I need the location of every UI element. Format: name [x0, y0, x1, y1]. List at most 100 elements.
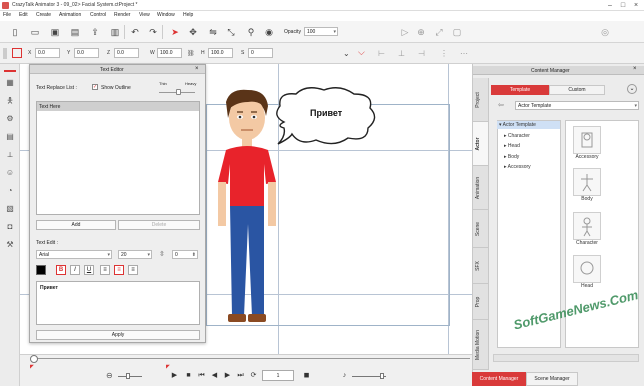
tree-item-actor-template[interactable]: ▾ Actor Template — [499, 122, 536, 128]
transform-icon[interactable] — [12, 48, 22, 58]
text-color-swatch[interactable] — [36, 265, 46, 275]
tree-item-head[interactable]: ▸ Head — [504, 143, 520, 149]
folder-thumb-body[interactable] — [573, 168, 601, 196]
timeline-track[interactable] — [34, 358, 470, 359]
side-tab-animation[interactable]: Animation — [473, 166, 489, 210]
menu-view[interactable]: View — [139, 12, 150, 18]
chevron-down-icon[interactable]: ⌄ — [627, 84, 637, 94]
save-as-icon[interactable]: ▤ — [70, 27, 80, 37]
italic-button[interactable]: I — [70, 265, 80, 275]
menu-edit[interactable]: Edit — [19, 12, 28, 18]
camera-icon[interactable]: ◘ — [5, 222, 15, 232]
add-button[interactable]: Add — [36, 220, 116, 230]
menu-render[interactable]: Render — [114, 12, 130, 18]
zoom-slider[interactable] — [118, 376, 142, 377]
back-arrow-icon[interactable]: ⇦ — [498, 101, 504, 109]
scroll-bar[interactable] — [493, 354, 639, 362]
camera-icon[interactable]: ◎ — [600, 27, 610, 37]
tree-item-body[interactable]: ▸ Body — [504, 154, 519, 160]
menu-help[interactable]: Help — [183, 12, 193, 18]
tab-template[interactable]: Template — [491, 85, 549, 95]
align-center-icon[interactable]: ≡ — [114, 265, 124, 275]
align-center-icon[interactable]: ⊥ — [398, 49, 405, 58]
layer-icon[interactable]: ▦ — [5, 78, 15, 88]
minimize-button[interactable]: – — [604, 1, 616, 10]
delete-button[interactable]: Delete — [118, 220, 200, 230]
h-field[interactable]: 100.0 — [208, 48, 233, 58]
play-icon[interactable]: ▷ — [400, 27, 410, 37]
path-combo[interactable]: Actor Template ▾ — [515, 101, 639, 110]
link-icon[interactable]: ⛓ — [187, 50, 195, 57]
side-tab-sfx[interactable]: SFX — [473, 248, 489, 284]
bold-button[interactable]: B — [56, 265, 66, 275]
tab-scene-manager[interactable]: Scene Manager — [526, 372, 578, 386]
tab-custom[interactable]: Custom — [549, 85, 605, 95]
flip-icon[interactable]: ⇋ — [208, 27, 218, 37]
zoom-slider-thumb[interactable] — [126, 373, 130, 379]
tree-item-accessory[interactable]: ▸ Accessory — [504, 164, 531, 170]
outline-slider-thumb[interactable] — [176, 89, 181, 95]
close-button[interactable]: × — [630, 1, 642, 10]
align-red-icon[interactable]: ⌵ — [358, 47, 365, 58]
new-file-icon[interactable]: ▯ — [10, 27, 20, 37]
opacity-combo[interactable]: 100 ▾ — [304, 27, 338, 36]
align-left-icon[interactable]: ⊢ — [378, 49, 385, 58]
loop-icon[interactable]: ⟳ — [249, 371, 258, 380]
side-tab-media-motion[interactable]: Media Motion — [473, 320, 489, 370]
settings-icon[interactable]: ⚒ — [5, 240, 15, 250]
menu-create[interactable]: Create — [36, 12, 51, 18]
transform-icon[interactable]: ⤡ — [226, 27, 236, 37]
sprite-icon[interactable]: ▤ — [5, 132, 15, 142]
record-icon[interactable]: ◼ — [302, 371, 311, 380]
volume-slider-thumb[interactable] — [380, 373, 384, 379]
align-right-icon[interactable]: ⊣ — [418, 49, 425, 58]
size-combo[interactable]: 20 ▾ — [118, 250, 152, 259]
timer-icon[interactable]: ◔ — [5, 186, 15, 196]
menu-animation[interactable]: Animation — [59, 12, 81, 18]
x-field[interactable]: 0.0 — [35, 48, 60, 58]
zoom-out-icon[interactable]: ⊖ — [106, 371, 113, 380]
menu-control[interactable]: Control — [90, 12, 106, 18]
zoom-icon[interactable]: ⤢ — [434, 27, 444, 37]
y-field[interactable]: 0.0 — [74, 48, 99, 58]
text-input-area[interactable]: Привет — [36, 281, 200, 325]
frame-field[interactable]: 1 — [262, 370, 294, 381]
undo-icon[interactable]: ↶ — [130, 27, 140, 37]
first-frame-icon[interactable]: ⏮ — [197, 371, 206, 380]
folder-thumb-character[interactable] — [573, 212, 601, 240]
timeline-scrubber[interactable] — [30, 355, 38, 363]
folder-thumb-accessory[interactable] — [573, 126, 601, 154]
save-icon[interactable]: ▣ — [50, 27, 60, 37]
w-field[interactable]: 100.0 — [157, 48, 182, 58]
distribute-h-icon[interactable]: ⋯ — [460, 49, 468, 58]
s-field[interactable]: 0 — [248, 48, 273, 58]
side-tab-scene[interactable]: Scene — [473, 210, 489, 248]
audio-icon[interactable]: ♪ — [340, 371, 349, 380]
close-icon[interactable]: × — [633, 66, 637, 72]
show-outline-checkbox[interactable]: ✓ — [92, 84, 98, 90]
render-icon[interactable]: ▥ — [110, 27, 120, 37]
redo-icon[interactable]: ↷ — [148, 27, 158, 37]
apply-button[interactable]: Apply — [36, 330, 200, 340]
close-icon[interactable]: × — [195, 66, 199, 72]
export-icon[interactable]: ⇪ — [90, 27, 100, 37]
face-icon[interactable]: ☺ — [5, 168, 15, 178]
actor-icon[interactable]: 🯅 — [5, 96, 15, 106]
select-pointer-icon[interactable]: ➤ — [170, 27, 180, 37]
maximize-button[interactable]: □ — [617, 1, 629, 10]
speech-bubble[interactable] — [270, 86, 382, 150]
menu-file[interactable]: File — [3, 12, 11, 18]
tab-content-manager[interactable]: Content Manager — [472, 372, 526, 386]
angle-field[interactable]: 0.0 — [114, 48, 139, 58]
open-folder-icon[interactable]: ▭ — [30, 27, 40, 37]
align-left-icon[interactable]: ≡ — [100, 265, 110, 275]
side-tab-prop[interactable]: Prop — [473, 284, 489, 320]
side-tab-project[interactable]: Project — [473, 78, 489, 122]
underline-button[interactable]: U — [84, 265, 94, 275]
font-combo[interactable]: Arial ▾ — [36, 250, 112, 259]
last-frame-icon[interactable]: ⏭ — [236, 371, 245, 380]
nav-icon[interactable]: ⊕ — [416, 27, 426, 37]
side-tab-actor[interactable]: Actor — [473, 122, 489, 166]
next-frame-icon[interactable]: ▶ — [223, 371, 232, 380]
distribute-icon[interactable]: ⋮ — [440, 49, 448, 58]
